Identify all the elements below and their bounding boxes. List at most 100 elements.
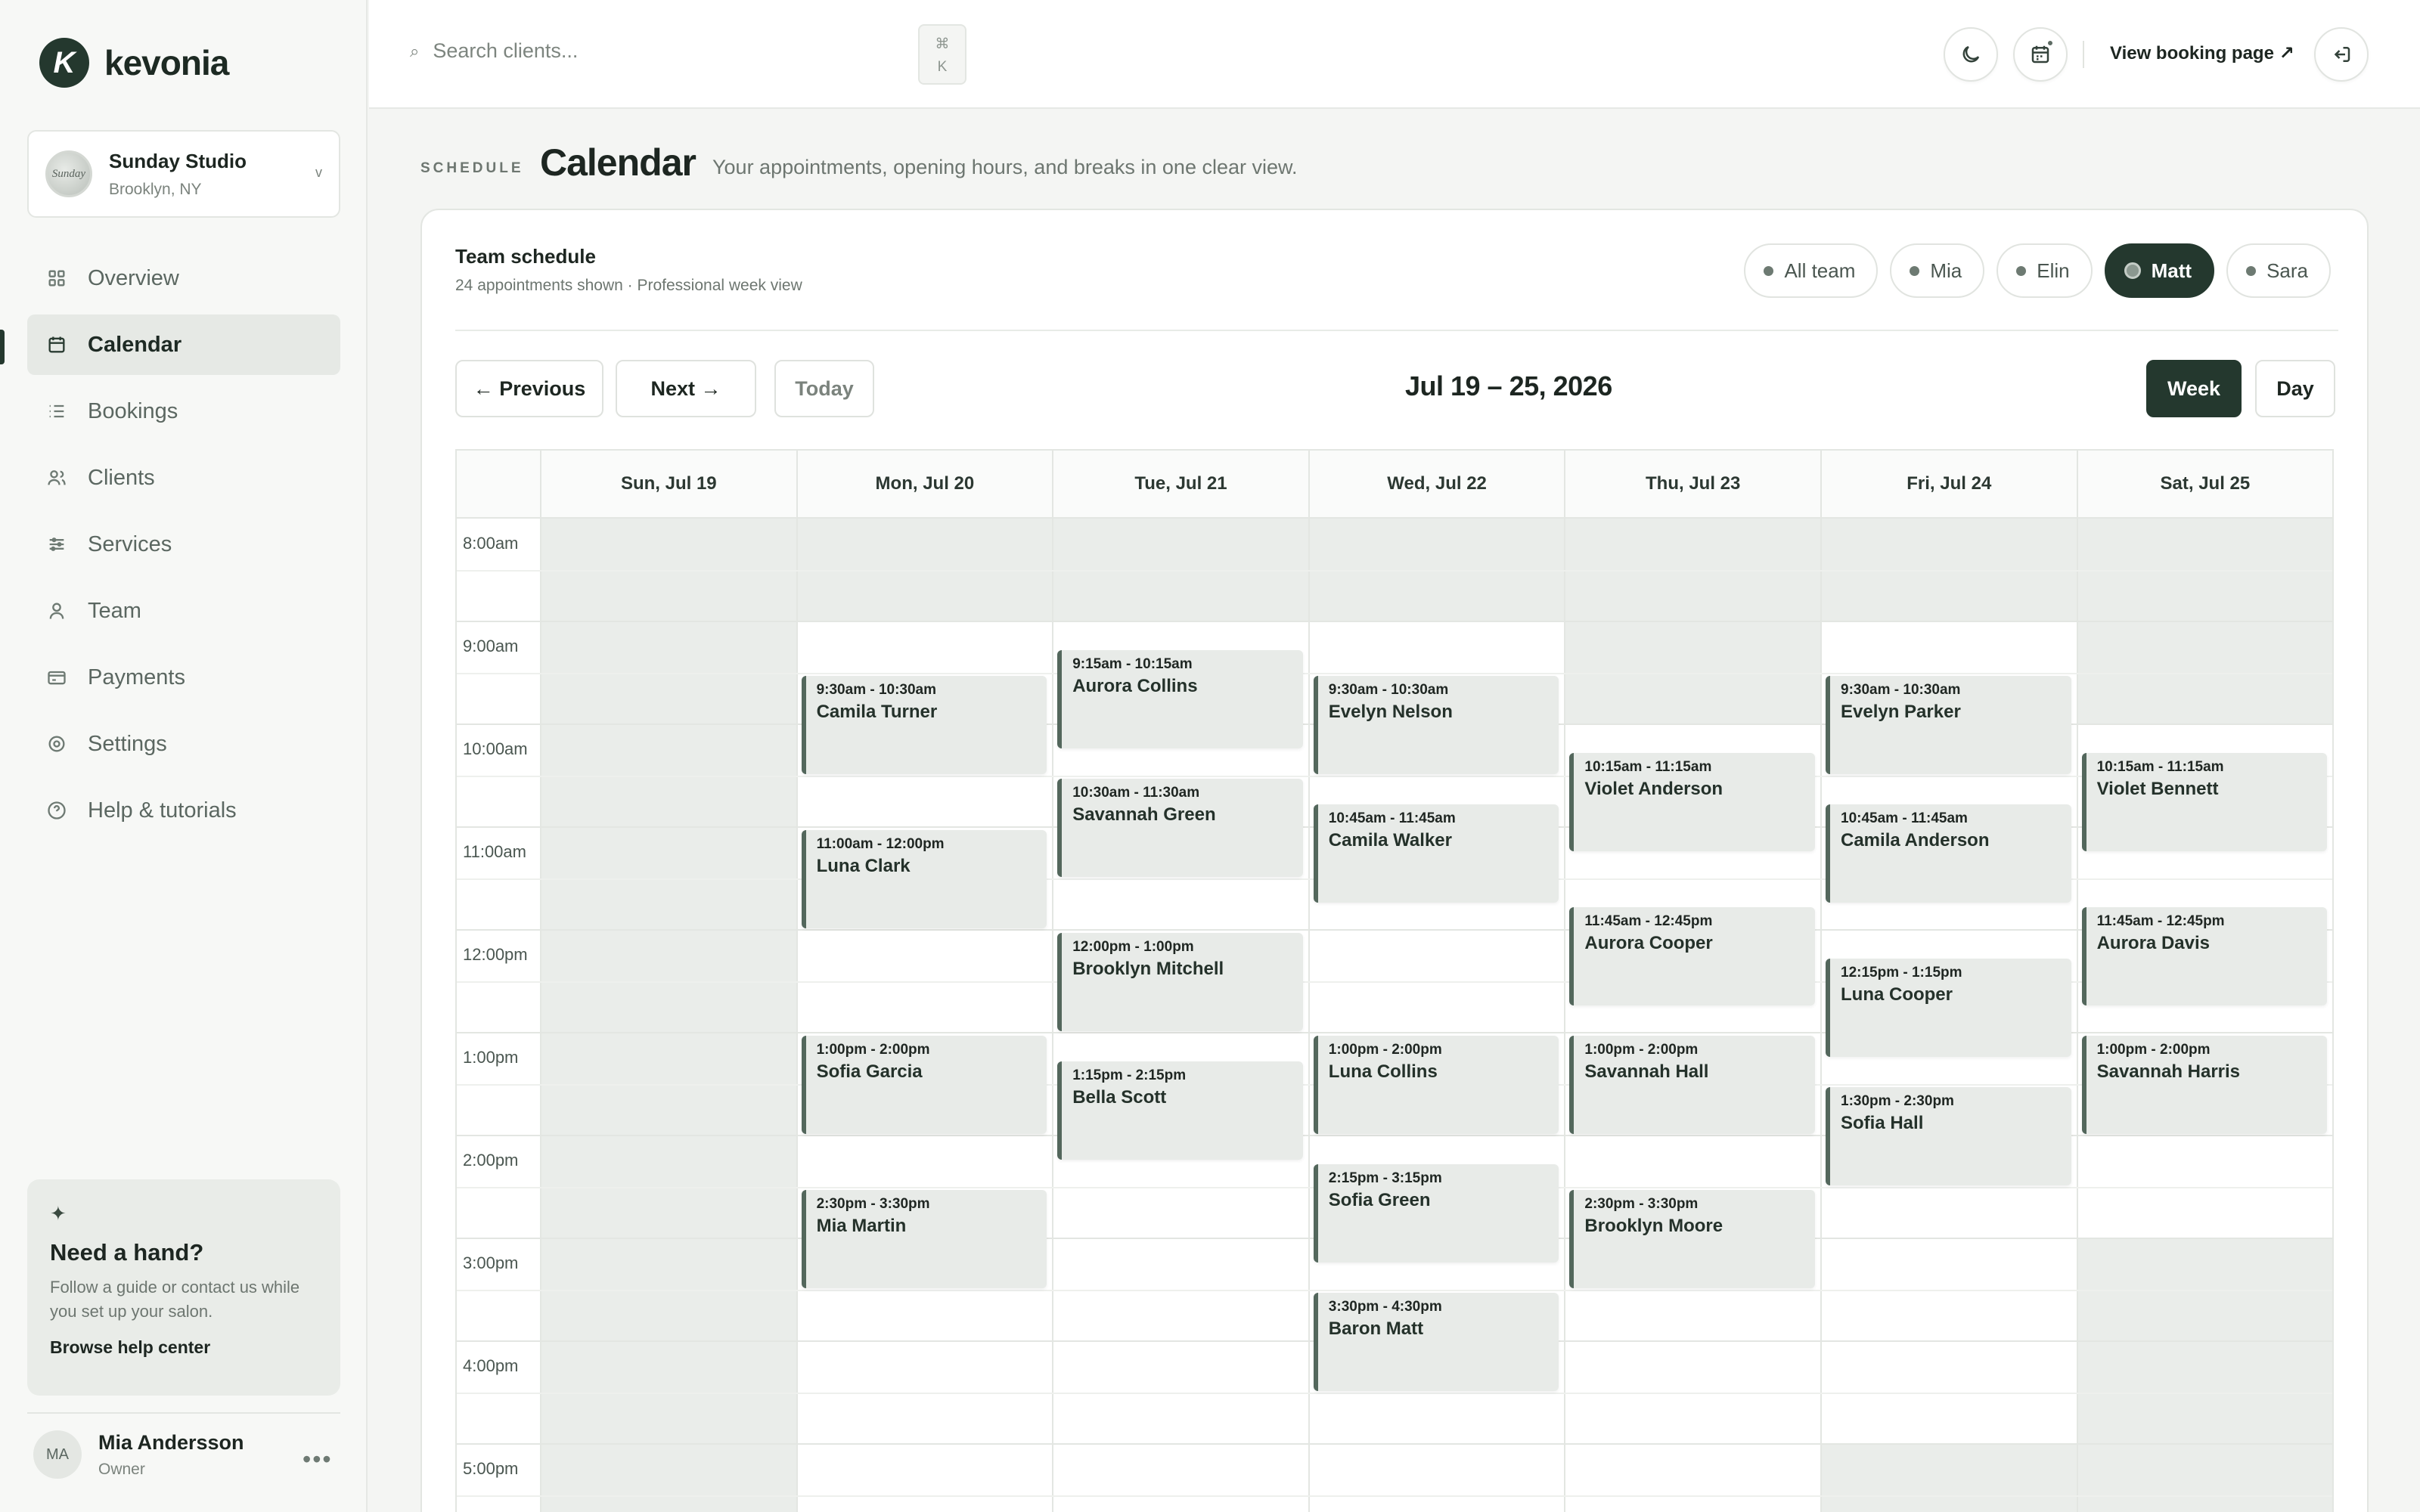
day-column[interactable] bbox=[796, 519, 1053, 1512]
day-column[interactable] bbox=[2076, 519, 2332, 1512]
appointment-card[interactable]: 1:00pm - 2:00pm Savannah Harris bbox=[2081, 1036, 2328, 1134]
week-view-button[interactable]: Week bbox=[2146, 360, 2242, 417]
appointment-card[interactable]: 9:30am - 10:30am Evelyn Nelson bbox=[1313, 676, 1559, 774]
day-column[interactable] bbox=[540, 519, 796, 1512]
day-header[interactable]: Thu, Jul 23 bbox=[1564, 451, 1820, 517]
day-column[interactable] bbox=[1564, 519, 1820, 1512]
closed-hours-block bbox=[541, 519, 796, 1512]
appointment-client: Brooklyn Mitchell bbox=[1072, 959, 1224, 979]
appointment-card[interactable]: 10:15am - 11:15am Violet Anderson bbox=[1569, 753, 1815, 851]
appointment-card[interactable]: 1:30pm - 2:30pm Sofia Hall bbox=[1826, 1087, 2071, 1185]
sidebar-item-calendar[interactable]: Calendar bbox=[27, 314, 340, 375]
filter-chip-matt[interactable]: Matt bbox=[2104, 243, 2215, 298]
appointment-card[interactable]: 1:00pm - 2:00pm Sofia Garcia bbox=[801, 1036, 1047, 1134]
day-header[interactable]: Sun, Jul 19 bbox=[540, 451, 796, 517]
appointment-card[interactable]: 9:30am - 10:30am Camila Turner bbox=[801, 676, 1047, 774]
studio-switcher[interactable]: Sunday Sunday Studio Brooklyn, NY v bbox=[27, 130, 340, 218]
appointment-card[interactable]: 10:30am - 11:30am Savannah Green bbox=[1057, 779, 1303, 877]
previous-week-button[interactable]: ← Previous bbox=[455, 360, 603, 417]
appointment-card[interactable]: 2:15pm - 3:15pm Sofia Green bbox=[1313, 1164, 1559, 1263]
appointment-client: Mia Martin bbox=[816, 1216, 907, 1236]
sidebar-item-settings[interactable]: Settings bbox=[27, 714, 340, 774]
appointment-client: Sofia Green bbox=[1328, 1190, 1431, 1210]
brand-logo[interactable]: K kevonia bbox=[39, 38, 229, 88]
chip-label: Mia bbox=[1930, 259, 1962, 282]
topbar: ⌕ Search clients... ⌘ K View booking pag… bbox=[369, 0, 2420, 109]
appointment-client: Violet Anderson bbox=[1584, 779, 1723, 799]
next-week-button[interactable]: Next → bbox=[616, 360, 756, 417]
appointment-card[interactable]: 12:15pm - 1:15pm Luna Cooper bbox=[1826, 959, 2071, 1057]
time-label: 5:00pm bbox=[463, 1459, 519, 1478]
k-key: K bbox=[937, 59, 948, 75]
time-label: 4:00pm bbox=[463, 1356, 519, 1375]
sidebar-item-clients[interactable]: Clients bbox=[27, 448, 340, 508]
search-input[interactable]: Search clients... bbox=[433, 39, 578, 63]
dark-mode-button[interactable] bbox=[1944, 27, 1998, 82]
calendar-notifications-button[interactable] bbox=[2013, 27, 2068, 82]
appointment-client: Aurora Cooper bbox=[1584, 933, 1713, 953]
appointment-card[interactable]: 1:00pm - 2:00pm Luna Collins bbox=[1313, 1036, 1559, 1134]
grid-line bbox=[457, 1393, 2332, 1394]
appointment-card[interactable]: 12:00pm - 1:00pm Brooklyn Mitchell bbox=[1057, 933, 1303, 1031]
appointment-card[interactable]: 2:30pm - 3:30pm Brooklyn Moore bbox=[1569, 1190, 1815, 1288]
grid-line bbox=[457, 673, 2332, 674]
appointment-card[interactable]: 10:45am - 11:45am Camila Anderson bbox=[1826, 804, 2071, 903]
active-nav-indicator bbox=[0, 330, 5, 364]
day-header[interactable]: Mon, Jul 20 bbox=[796, 451, 1053, 517]
team-schedule-title: Team schedule bbox=[455, 245, 596, 268]
sidebar-item-bookings[interactable]: Bookings bbox=[27, 381, 340, 442]
appointment-card[interactable]: 2:30pm - 3:30pm Mia Martin bbox=[801, 1190, 1047, 1288]
appointment-card[interactable]: 3:30pm - 4:30pm Baron Matt bbox=[1313, 1293, 1559, 1391]
day-header[interactable]: Wed, Jul 22 bbox=[1308, 451, 1565, 517]
appointment-card[interactable]: 11:00am - 12:00pm Luna Clark bbox=[801, 830, 1047, 928]
browse-help-link[interactable]: Browse help center bbox=[50, 1337, 318, 1358]
logout-button[interactable] bbox=[2314, 27, 2369, 82]
sidebar-item-help-tutorials[interactable]: Help & tutorials bbox=[27, 780, 340, 841]
appointment-card[interactable]: 9:15am - 10:15am Aurora Collins bbox=[1057, 650, 1303, 748]
appointment-time: 10:45am - 11:45am bbox=[1328, 810, 1456, 826]
appointment-card[interactable]: 10:15am - 11:15am Violet Bennett bbox=[2081, 753, 2328, 851]
studio-avatar: Sunday bbox=[45, 150, 92, 197]
filter-chip-all-team[interactable]: All team bbox=[1744, 243, 1879, 298]
appointment-card[interactable]: 1:00pm - 2:00pm Savannah Hall bbox=[1569, 1036, 1815, 1134]
user-profile[interactable]: MA Mia Andersson Owner bbox=[33, 1430, 244, 1479]
day-view-button[interactable]: Day bbox=[2255, 360, 2335, 417]
appointment-card[interactable]: 9:30am - 10:30am Evelyn Parker bbox=[1826, 676, 2071, 774]
chip-label: All team bbox=[1784, 259, 1856, 282]
status-dot bbox=[1764, 265, 1774, 276]
sidebar-item-payments[interactable]: Payments bbox=[27, 647, 340, 708]
appointment-time: 1:00pm - 2:00pm bbox=[1328, 1042, 1442, 1058]
filter-chip-elin[interactable]: Elin bbox=[1996, 243, 2093, 298]
calendar-icon bbox=[45, 333, 68, 356]
appointment-client: Brooklyn Moore bbox=[1584, 1216, 1723, 1236]
time-label: 12:00pm bbox=[463, 945, 528, 964]
sidebar-nav: Overview Calendar Bookings Clients Services T… bbox=[27, 248, 340, 847]
appointment-card[interactable]: 11:45am - 12:45pm Aurora Cooper bbox=[1569, 907, 1815, 1005]
avatar: MA bbox=[33, 1430, 82, 1479]
sidebar-item-label: Bookings bbox=[88, 398, 178, 423]
appointment-time: 2:30pm - 3:30pm bbox=[1584, 1196, 1699, 1212]
day-header[interactable]: Fri, Jul 24 bbox=[1820, 451, 2077, 517]
appointment-client: Bella Scott bbox=[1072, 1087, 1167, 1108]
day-header[interactable]: Sat, Jul 25 bbox=[2076, 451, 2332, 517]
sidebar-item-team[interactable]: Team bbox=[27, 581, 340, 641]
time-label: 1:00pm bbox=[463, 1048, 519, 1067]
grid-line bbox=[457, 929, 2332, 931]
appointment-card[interactable]: 1:15pm - 2:15pm Bella Scott bbox=[1057, 1061, 1303, 1160]
more-icon[interactable]: ••• bbox=[302, 1445, 333, 1473]
appointment-time: 11:45am - 12:45pm bbox=[1584, 913, 1713, 929]
today-button[interactable]: Today bbox=[774, 360, 874, 417]
sidebar-item-overview[interactable]: Overview bbox=[27, 248, 340, 308]
appointment-client: Savannah Hall bbox=[1584, 1061, 1709, 1082]
appointment-card[interactable]: 10:45am - 11:45am Camila Walker bbox=[1313, 804, 1559, 903]
view-booking-page-link[interactable]: View booking page ↗ bbox=[2110, 42, 2294, 64]
day-header[interactable]: Tue, Jul 21 bbox=[1052, 451, 1308, 517]
search-box[interactable]: ⌕ Search clients... bbox=[410, 39, 578, 63]
appointment-card[interactable]: 11:45am - 12:45pm Aurora Davis bbox=[2081, 907, 2328, 1005]
filter-chip-sara[interactable]: Sara bbox=[2226, 243, 2331, 298]
time-label: 8:00am bbox=[463, 534, 519, 553]
appointment-client: Evelyn Nelson bbox=[1328, 702, 1453, 722]
grid-line bbox=[457, 1443, 2332, 1445]
sidebar-item-services[interactable]: Services bbox=[27, 514, 340, 575]
filter-chip-mia[interactable]: Mia bbox=[1890, 243, 1985, 298]
